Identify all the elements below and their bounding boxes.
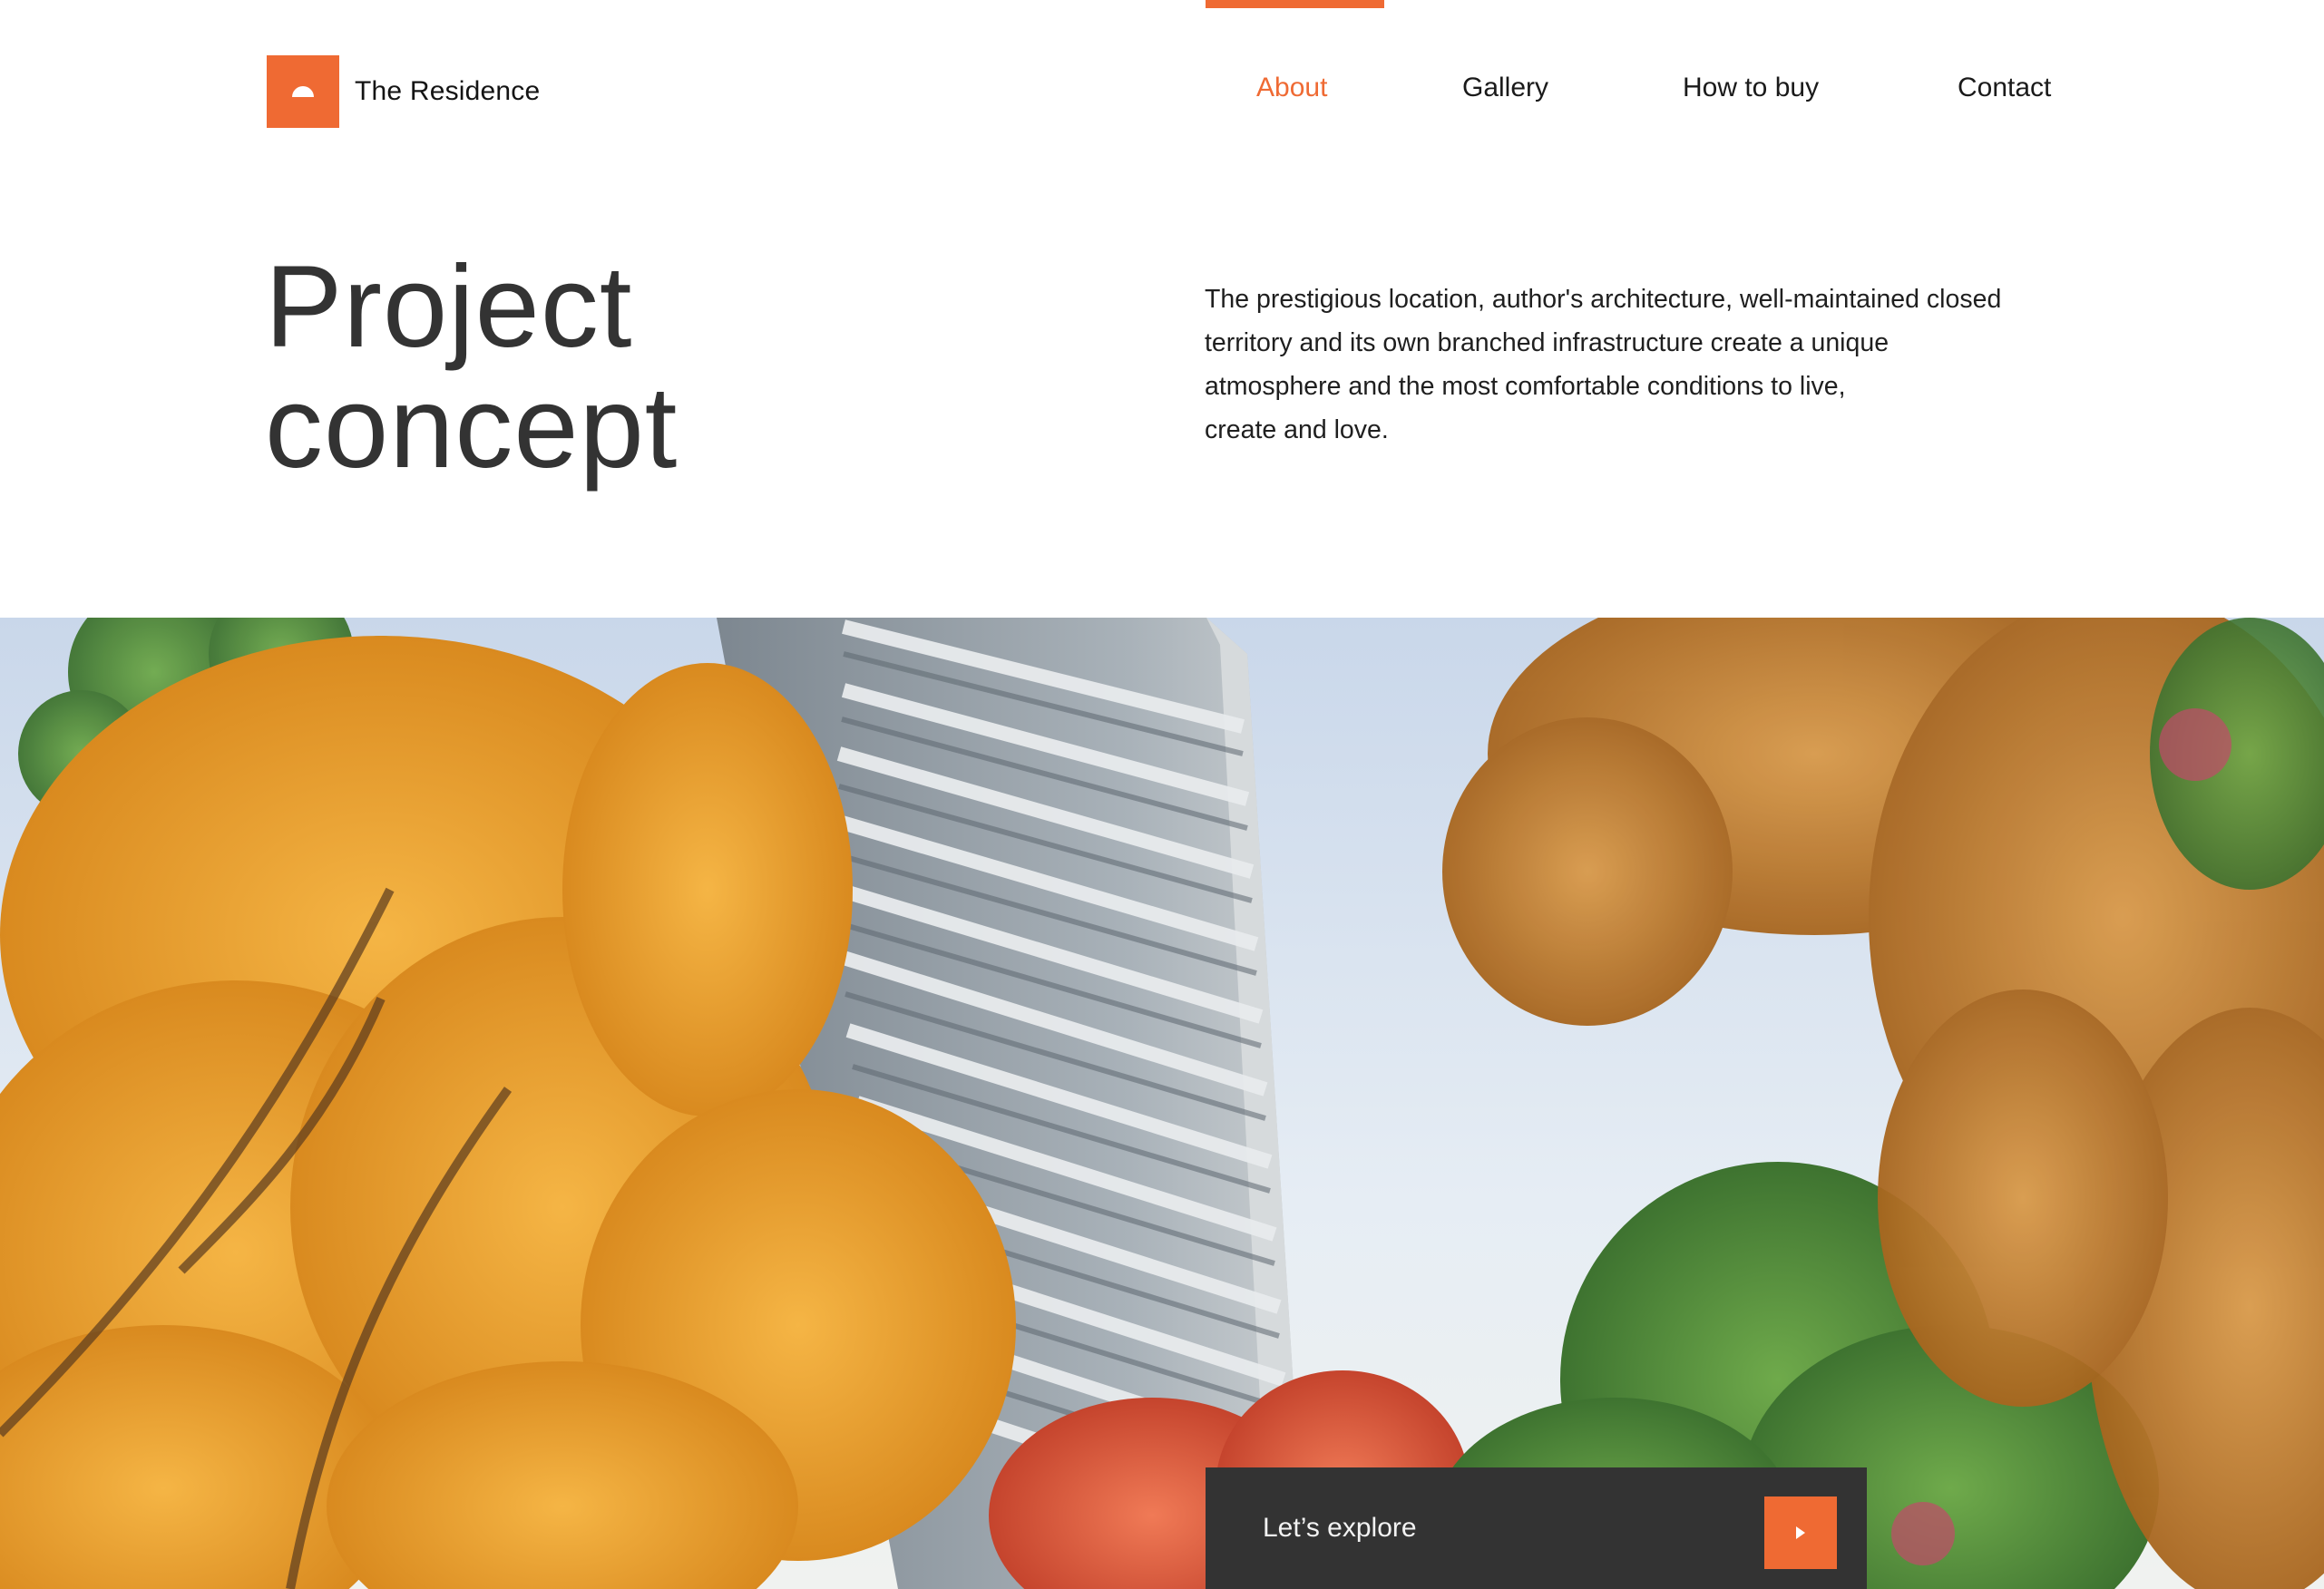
cta-label: Let’s explore: [1263, 1513, 1417, 1543]
nav-item-gallery[interactable]: Gallery: [1462, 73, 1548, 103]
page: The Residence About Gallery How to buy C…: [0, 0, 2324, 1589]
intro-paragraph: The prestigious location, author's archi…: [1205, 278, 2094, 452]
lets-explore-cta[interactable]: Let’s explore: [1206, 1467, 1867, 1589]
hero-photo: [0, 618, 2324, 1589]
page-title: Project concept: [265, 247, 678, 488]
nav-item-contact[interactable]: Contact: [1958, 73, 2051, 103]
intro-line-3: atmosphere and the most comfortable cond…: [1205, 372, 1846, 401]
active-nav-indicator: [1206, 0, 1384, 8]
intro-line-4: create and love.: [1205, 415, 1389, 444]
page-title-line-2: concept: [265, 363, 679, 492]
intro-line-1: The prestigious location, author's archi…: [1205, 285, 2002, 314]
nav-item-about[interactable]: About: [1256, 73, 1327, 103]
nav-item-how-to-buy[interactable]: How to buy: [1683, 73, 1819, 103]
intro-line-2: territory and its own branched infrastru…: [1205, 328, 1889, 357]
main-nav: About Gallery How to buy Contact: [0, 73, 2324, 111]
play-arrow-icon[interactable]: [1764, 1496, 1837, 1569]
page-title-line-1: Project: [265, 242, 633, 372]
building-illustration: [0, 618, 2324, 1589]
